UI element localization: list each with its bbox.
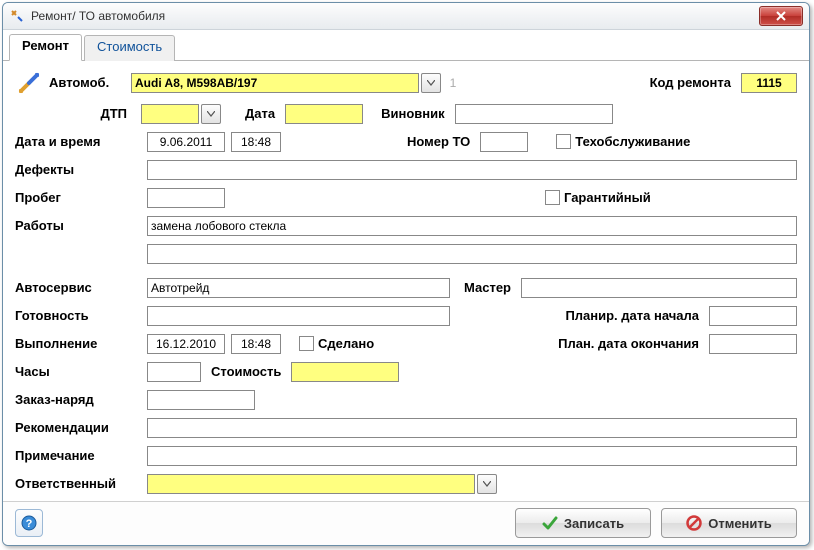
label-responsible: Ответственный <box>15 476 137 491</box>
field-plan-end[interactable] <box>709 334 797 354</box>
field-note[interactable] <box>147 446 797 466</box>
auto-index: 1 <box>441 76 465 90</box>
check-icon <box>542 515 558 531</box>
field-done-date[interactable]: 16.12.2010 <box>147 334 225 354</box>
field-date[interactable]: 9.06.2011 <box>147 132 225 152</box>
field-readiness[interactable] <box>147 306 450 326</box>
window-title: Ремонт/ ТО автомобиля <box>31 9 165 23</box>
label-plan-start: Планир. дата начала <box>565 308 703 323</box>
checkbox-maintenance[interactable]: Техобслуживание <box>556 134 690 149</box>
label-plan-end: План. дата окончания <box>558 336 703 351</box>
field-cost[interactable] <box>291 362 399 382</box>
field-done-time[interactable]: 18:48 <box>231 334 281 354</box>
field-plan-start[interactable] <box>709 306 797 326</box>
label-number-to: Номер ТО <box>407 134 474 149</box>
label-note: Примечание <box>15 448 137 463</box>
label-readiness: Готовность <box>15 308 137 323</box>
field-works-2[interactable] <box>147 244 797 264</box>
chevron-down-icon <box>207 111 215 117</box>
help-icon: ? <box>21 515 37 531</box>
field-defects[interactable] <box>147 160 797 180</box>
label-datetime: Дата и время <box>15 134 137 149</box>
tab-bar: Ремонт Стоимость <box>3 34 809 61</box>
checkbox-icon <box>556 134 571 149</box>
checkbox-done[interactable]: Сделано <box>299 336 374 351</box>
close-button[interactable] <box>759 6 803 26</box>
field-mileage[interactable] <box>147 188 225 208</box>
field-time[interactable]: 18:48 <box>231 132 281 152</box>
save-button[interactable]: Записать <box>515 508 651 538</box>
label-maintenance: Техобслуживание <box>575 134 690 149</box>
button-bar: ? Записать Отменить <box>3 501 809 545</box>
title-bar: Ремонт/ ТО автомобиля <box>3 3 809 30</box>
field-hours[interactable] <box>147 362 201 382</box>
cancel-icon <box>686 515 702 531</box>
field-number-to[interactable] <box>480 132 528 152</box>
cancel-button[interactable]: Отменить <box>661 508 797 538</box>
label-done-chk: Сделано <box>318 336 374 351</box>
tools-icon-large <box>15 69 43 97</box>
field-master[interactable] <box>521 278 797 298</box>
label-cost: Стоимость <box>211 364 285 379</box>
help-button[interactable]: ? <box>15 509 43 537</box>
label-master: Мастер <box>464 280 515 295</box>
auto-dropdown-button[interactable] <box>421 73 441 93</box>
checkbox-icon <box>299 336 314 351</box>
save-button-label: Записать <box>564 516 624 531</box>
label-hours: Часы <box>15 364 137 379</box>
label-defects: Дефекты <box>15 162 137 177</box>
tab-repair[interactable]: Ремонт <box>9 34 82 61</box>
label-service: Автосервис <box>15 280 137 295</box>
tools-icon <box>9 8 25 24</box>
field-dtp-date[interactable] <box>285 104 363 124</box>
label-culprit: Виновник <box>381 106 449 121</box>
label-auto: Автомоб. <box>49 75 131 90</box>
label-recs: Рекомендации <box>15 420 137 435</box>
label-works: Работы <box>15 218 137 233</box>
field-auto[interactable]: Audi A8, M598AB/197 <box>131 73 419 93</box>
label-dtp-date: Дата <box>245 106 279 121</box>
label-done: Выполнение <box>15 336 137 351</box>
label-repair-code: Код ремонта <box>650 75 735 90</box>
field-repair-code[interactable]: 1115 <box>741 73 797 93</box>
field-recs[interactable] <box>147 418 797 438</box>
responsible-dropdown-button[interactable] <box>477 474 497 494</box>
chevron-down-icon <box>427 80 435 86</box>
cancel-button-label: Отменить <box>708 516 772 531</box>
field-culprit[interactable] <box>455 104 613 124</box>
field-works-1[interactable]: замена лобового стекла <box>147 216 797 236</box>
field-service[interactable]: Автотрейд <box>147 278 450 298</box>
svg-text:?: ? <box>26 518 33 530</box>
checkbox-warranty[interactable]: Гарантийный <box>545 190 651 205</box>
label-order: Заказ-наряд <box>15 392 137 407</box>
form-area: Автомоб. Audi A8, M598AB/197 1 Код ремон… <box>3 61 809 501</box>
close-icon <box>776 11 786 21</box>
dtp-dropdown-button[interactable] <box>201 104 221 124</box>
label-warranty: Гарантийный <box>564 190 651 205</box>
label-mileage: Пробег <box>15 190 137 205</box>
chevron-down-icon <box>483 481 491 487</box>
label-dtp: ДТП <box>15 106 131 121</box>
field-responsible[interactable] <box>147 474 475 494</box>
dialog-window: Ремонт/ ТО автомобиля Ремонт Стоимость А… <box>2 2 810 546</box>
field-order[interactable] <box>147 390 255 410</box>
field-dtp[interactable] <box>141 104 199 124</box>
checkbox-icon <box>545 190 560 205</box>
tab-cost[interactable]: Стоимость <box>84 35 175 61</box>
